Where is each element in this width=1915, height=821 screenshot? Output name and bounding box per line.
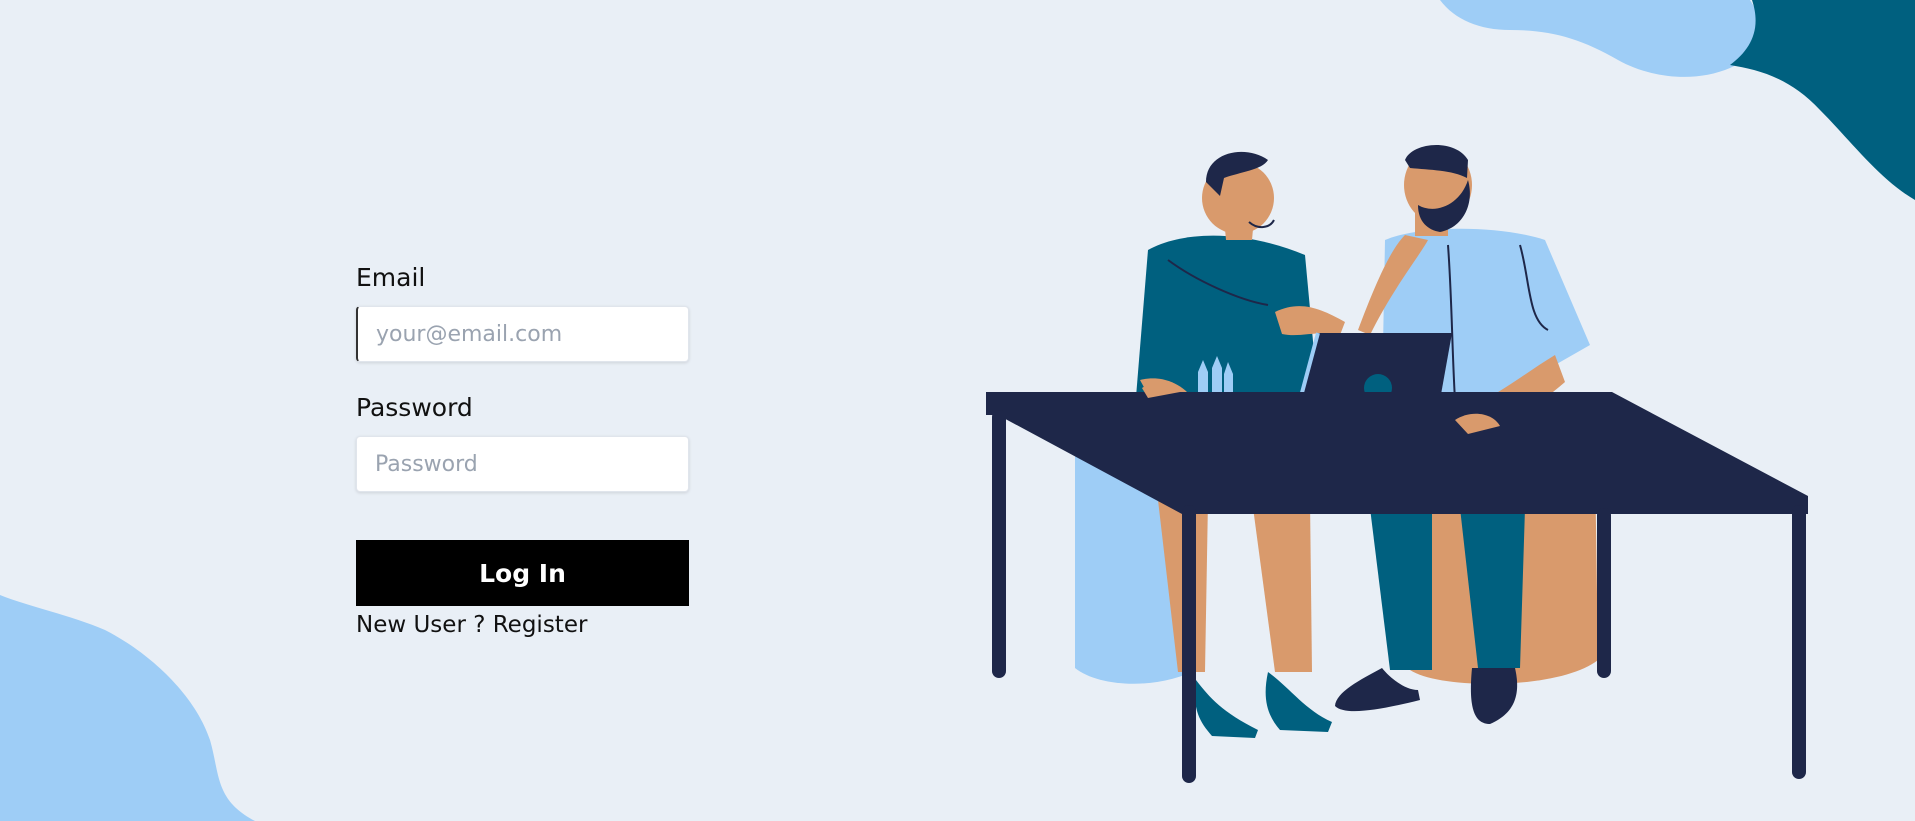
email-label: Email bbox=[356, 263, 426, 292]
register-row: New User ? Register bbox=[356, 610, 689, 640]
decorative-blob-bottom-left bbox=[0, 595, 255, 821]
register-link[interactable]: Register bbox=[493, 612, 588, 638]
login-page: Email Password Log In New User ? Registe… bbox=[0, 0, 1915, 821]
login-form: Email Password Log In New User ? Registe… bbox=[356, 262, 689, 640]
password-label: Password bbox=[356, 393, 473, 422]
password-input[interactable] bbox=[356, 436, 689, 492]
blob-light-shape bbox=[0, 595, 255, 821]
login-button[interactable]: Log In bbox=[356, 540, 689, 606]
blob-light-shape bbox=[1440, 0, 1761, 77]
register-prefix: New User ? bbox=[356, 612, 486, 638]
email-input[interactable] bbox=[356, 306, 689, 362]
people-at-desk-illustration bbox=[986, 144, 1808, 783]
